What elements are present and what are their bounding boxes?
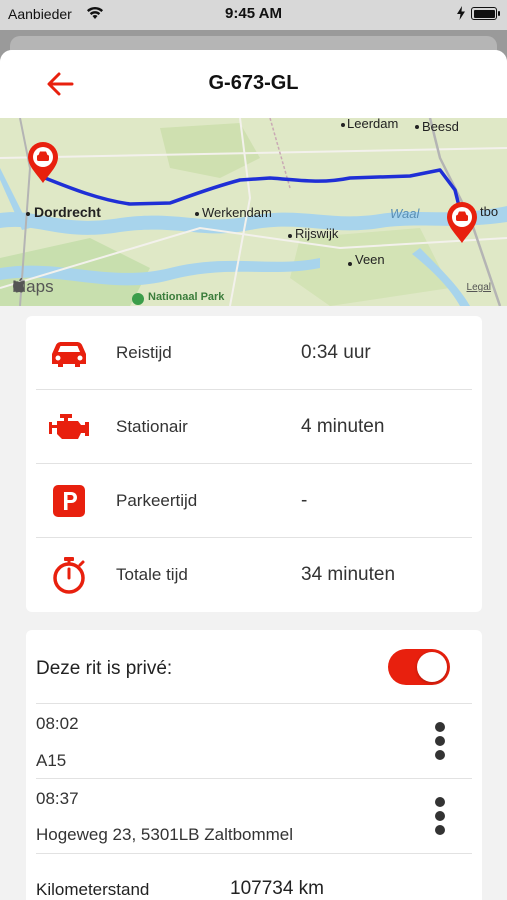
stat-value: 0:34 uur [301, 342, 371, 363]
stat-value: 4 minuten [301, 416, 385, 437]
navigation-bar: G-673-GL [0, 50, 507, 118]
battery-icon [471, 7, 500, 20]
map-label-zaltbommel: tbo [480, 204, 499, 219]
start-more-options-button[interactable] [434, 722, 446, 762]
start-time: 08:02 [36, 714, 79, 733]
trip-detail-sheet: G-673-GL Leerdam Beesd Dordrecht Werkend… [0, 50, 507, 900]
clock: 9:45 AM [225, 5, 282, 22]
map-dot [26, 212, 30, 216]
map-label-veen: Veen [355, 252, 385, 267]
divider [36, 703, 472, 704]
trip-info-card: Deze rit is privé: 08:02 A15 08:37 Hogew… [26, 630, 482, 900]
map-legal-link[interactable]: Legal [467, 282, 491, 293]
start-location-pin-icon [28, 142, 58, 183]
stat-row-total-time: Totale tijd 34 minuten [26, 538, 482, 612]
stat-row-idle: Stationair 4 minuten [26, 390, 482, 464]
map-dot [195, 212, 199, 216]
map-dot [288, 234, 292, 238]
toggle-knob [417, 652, 447, 682]
end-location-pin-icon [447, 202, 477, 243]
stat-row-parking: Parkeertijd - [26, 464, 482, 538]
odometer-value: 107734 km [230, 878, 325, 899]
maps-attribution: Maps [12, 277, 54, 297]
park-icon [132, 293, 144, 305]
map-label-rijswijk: Rijswijk [295, 226, 339, 241]
charging-icon [457, 6, 465, 20]
stat-value: 34 minuten [301, 564, 396, 585]
start-location: A15 [36, 751, 67, 770]
map-label-werkendam: Werkendam [202, 205, 272, 220]
status-bar: Aanbieder 9:45 AM [0, 0, 507, 30]
map-label-beesd: Beesd [422, 119, 459, 134]
stopwatch-icon [48, 556, 90, 594]
stat-label: Totale tijd [116, 565, 188, 584]
stat-label: Stationair [116, 417, 188, 436]
end-more-options-button[interactable] [434, 797, 446, 837]
map-dot [348, 262, 352, 266]
stat-label: Parkeertijd [116, 491, 198, 510]
divider [36, 778, 472, 779]
private-trip-label: Deze rit is privé: [36, 658, 173, 679]
map-label-park: Nationaal Park [148, 291, 225, 303]
map-label-waal: Waal [390, 206, 420, 221]
page-title: G-673-GL [208, 72, 299, 94]
trip-stats-card: Reistijd 0:34 uur Stationair 4 minuten P… [26, 316, 482, 612]
map-dot [415, 125, 419, 129]
route-map[interactable]: Leerdam Beesd Dordrecht Werkendam Rijswi… [0, 118, 507, 306]
map-label-dordrecht: Dordrecht [34, 204, 101, 220]
stat-row-travel-time: Reistijd 0:34 uur [26, 316, 482, 390]
map-dot [341, 123, 345, 127]
map-label-leerdam: Leerdam [347, 118, 399, 131]
engine-icon [48, 408, 90, 446]
stat-value: - [301, 490, 308, 511]
divider [36, 853, 472, 854]
odometer-label: Kilometerstand [36, 880, 150, 899]
end-location: Hogeweg 23, 5301LB Zaltbommel [36, 825, 294, 844]
parking-icon [48, 482, 90, 520]
end-time: 08:37 [36, 789, 79, 808]
private-trip-toggle[interactable] [388, 649, 450, 685]
car-icon [48, 334, 90, 372]
stat-label: Reistijd [116, 343, 172, 362]
apple-logo-icon [13, 277, 25, 293]
